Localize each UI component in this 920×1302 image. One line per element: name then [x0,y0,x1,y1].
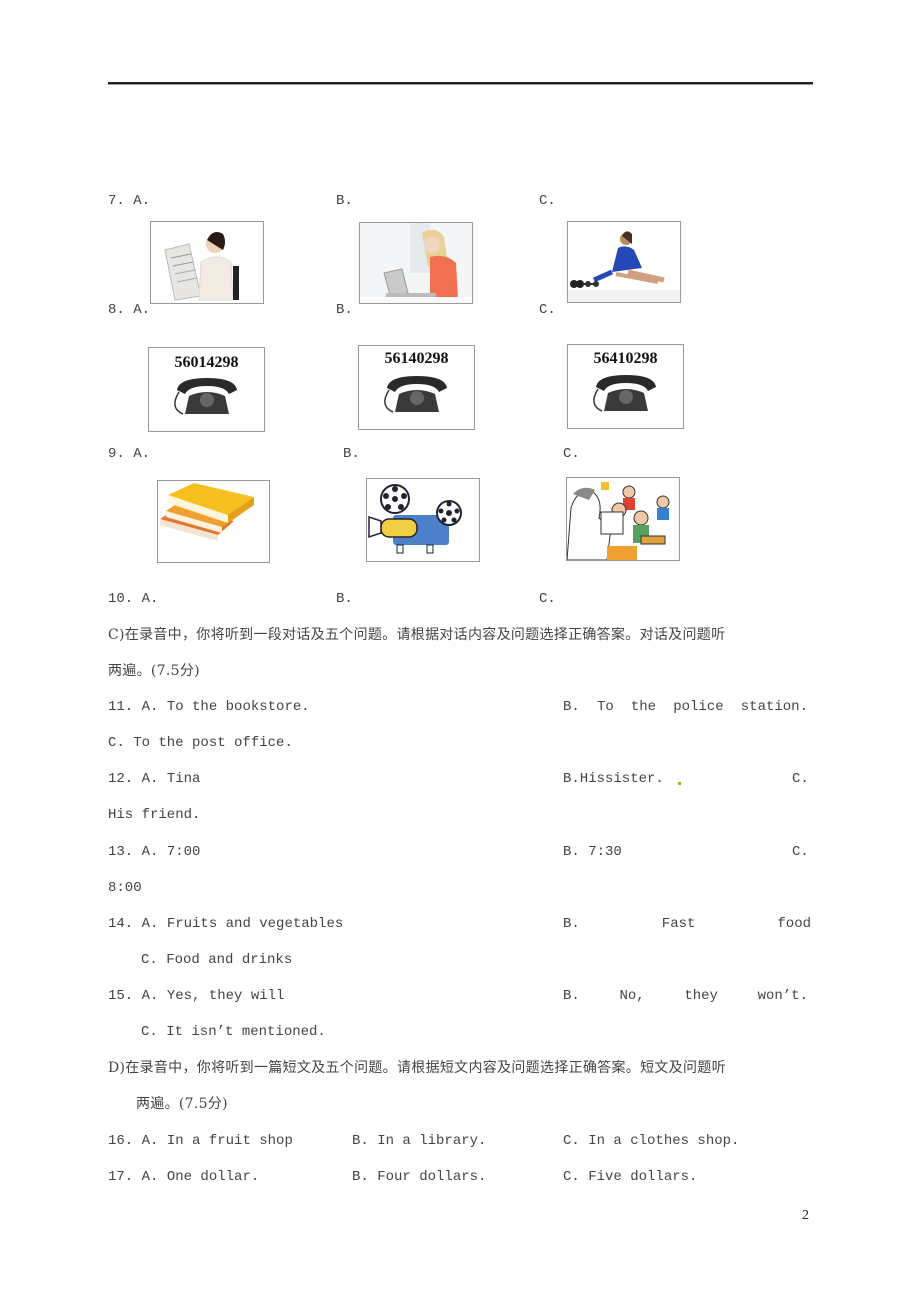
phone-number-a: 56014298 [174,354,239,371]
question-13-option-a: 13. A. 7:00 [108,844,201,860]
stray-mark [678,782,681,785]
teacher-with-classroom-image [566,477,680,561]
question-8-option-c-label: C. [539,302,556,318]
question-13-option-c-label: C. [792,844,809,860]
question-12-option-c: His friend. [108,807,201,823]
question-13-option-b: B. 7:30 [563,844,622,860]
woman-using-laptop-image [359,222,473,304]
phone-number-b: 56140298 [384,350,449,367]
question-12-option-c-label: C. [792,771,809,787]
question-9-option-b-label: B. [343,446,360,462]
question-12-option-a: 12. A. Tina [108,771,201,787]
section-d-instruction-cont: 两遍。(7.5分) [136,1096,228,1112]
question-7-label: 7. A. [108,193,151,209]
question-17-option-b: B. Four dollars. [352,1169,487,1185]
question-11-option-c: C. To the post office. [108,735,293,751]
question-7-option-c-label: C. [539,193,556,209]
section-c-instruction: C)在录音中，你将听到一段对话及五个问题。请根据对话内容及问题选择正确答案。对话… [108,627,726,643]
question-8-label: 8. A. [108,302,151,318]
page-number: 2 [802,1208,809,1223]
question-16-option-a: 16. A. In a fruit shop [108,1133,293,1149]
question-17-option-c: C. Five dollars. [563,1169,698,1185]
question-13-option-c: 8:00 [108,880,142,896]
question-10-option-c-label: C. [539,591,556,607]
film-projector-image [366,478,480,562]
question-11-option-a: 11. A. To the bookstore. [108,699,310,715]
question-15-option-c: C. It isn’t mentioned. [141,1024,326,1040]
question-9-option-c-label: C. [563,446,580,462]
stack-of-books-image [157,480,270,563]
section-c-instruction-cont: 两遍。(7.5分) [108,663,200,679]
telephone-option-b: 56140298 [358,345,475,430]
question-14-option-a: 14. A. Fruits and vegetables [108,916,344,932]
question-8-option-b-label: B. [336,302,353,318]
question-9-label: 9. A. [108,446,151,462]
question-17-option-a: 17. A. One dollar. [108,1169,260,1185]
question-15-option-b: B. No, they won’t. [563,988,808,1004]
woman-reading-newspaper-image [150,221,264,304]
question-14-option-b: B. Fast food [563,916,811,932]
question-10-option-b-label: B. [336,591,353,607]
question-14-option-c: C. Food and drinks [141,952,293,968]
question-16-option-c: C. In a clothes shop. [563,1133,740,1149]
telephone-option-c: 56410298 [567,344,684,429]
telephone-option-a: 56014298 [148,347,265,432]
question-10-label: 10. A. [108,591,159,607]
question-12-option-b: B.Hissister. [563,771,664,787]
question-15-option-a: 15. A. Yes, they will [108,988,285,1004]
header-rule [108,82,813,84]
woman-stretching-with-dumbbells-image [567,221,681,303]
question-11-option-b: B. To the police station. [563,699,808,715]
question-7-option-b-label: B. [336,193,353,209]
question-16-option-b: B. In a library. [352,1133,487,1149]
phone-number-c: 56410298 [593,350,658,367]
section-d-instruction: D)在录音中，你将听到一篇短文及五个问题。请根据短文内容及问题选择正确答案。短文… [108,1060,726,1076]
